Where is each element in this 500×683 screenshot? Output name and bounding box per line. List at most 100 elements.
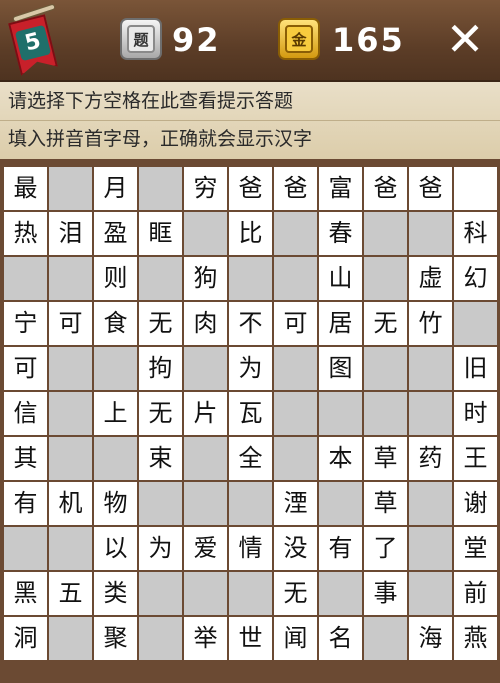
letter-cell[interactable]: 有 (319, 527, 362, 570)
letter-cell[interactable]: 居 (319, 302, 362, 345)
empty-cell[interactable] (49, 527, 92, 570)
letter-cell[interactable]: 上 (94, 392, 137, 435)
letter-cell[interactable]: 可 (49, 302, 92, 345)
letter-cell[interactable]: 名 (319, 617, 362, 660)
empty-cell[interactable] (184, 347, 227, 390)
letter-cell[interactable]: 富 (319, 167, 362, 210)
empty-cell[interactable] (184, 212, 227, 255)
empty-cell[interactable] (94, 347, 137, 390)
letter-cell[interactable]: 为 (139, 527, 182, 570)
empty-cell[interactable] (409, 392, 452, 435)
letter-cell[interactable]: 草 (364, 437, 407, 480)
empty-cell[interactable] (454, 302, 497, 345)
empty-cell[interactable] (274, 347, 317, 390)
empty-cell[interactable] (364, 392, 407, 435)
empty-cell[interactable] (364, 347, 407, 390)
letter-cell[interactable]: 狗 (184, 257, 227, 300)
letter-cell[interactable]: 机 (49, 482, 92, 525)
letter-cell[interactable]: 没 (274, 527, 317, 570)
empty-cell[interactable] (139, 572, 182, 615)
letter-cell[interactable]: 可 (274, 302, 317, 345)
letter-cell[interactable]: 爸 (409, 167, 452, 210)
gold-coin-icon[interactable]: 金 (278, 18, 320, 60)
letter-cell[interactable]: 燕 (454, 617, 497, 660)
close-icon[interactable]: ✕ (440, 14, 490, 64)
letter-cell[interactable]: 爸 (229, 167, 272, 210)
letter-cell[interactable]: 穷 (184, 167, 227, 210)
empty-cell[interactable] (49, 392, 92, 435)
letter-cell[interactable]: 则 (94, 257, 137, 300)
letter-cell[interactable]: 盈 (94, 212, 137, 255)
letter-cell[interactable]: 肉 (184, 302, 227, 345)
letter-cell[interactable]: 比 (229, 212, 272, 255)
letter-cell[interactable]: 无 (139, 302, 182, 345)
blank-cell[interactable] (454, 167, 497, 210)
letter-cell[interactable]: 物 (94, 482, 137, 525)
empty-cell[interactable] (274, 437, 317, 480)
letter-cell[interactable]: 前 (454, 572, 497, 615)
letter-cell[interactable]: 举 (184, 617, 227, 660)
letter-cell[interactable]: 时 (454, 392, 497, 435)
empty-cell[interactable] (274, 212, 317, 255)
letter-cell[interactable]: 片 (184, 392, 227, 435)
letter-cell[interactable]: 春 (319, 212, 362, 255)
letter-cell[interactable]: 海 (409, 617, 452, 660)
letter-cell[interactable]: 瓦 (229, 392, 272, 435)
letter-cell[interactable]: 束 (139, 437, 182, 480)
hint-coin-icon[interactable]: 题 (120, 18, 162, 60)
letter-cell[interactable]: 可 (4, 347, 47, 390)
empty-cell[interactable] (319, 392, 362, 435)
letter-cell[interactable]: 拘 (139, 347, 182, 390)
empty-cell[interactable] (4, 527, 47, 570)
letter-cell[interactable]: 科 (454, 212, 497, 255)
letter-cell[interactable]: 幻 (454, 257, 497, 300)
letter-cell[interactable]: 草 (364, 482, 407, 525)
letter-cell[interactable]: 王 (454, 437, 497, 480)
empty-cell[interactable] (49, 347, 92, 390)
letter-cell[interactable]: 竹 (409, 302, 452, 345)
empty-cell[interactable] (229, 482, 272, 525)
empty-cell[interactable] (49, 167, 92, 210)
empty-cell[interactable] (184, 572, 227, 615)
letter-cell[interactable]: 最 (4, 167, 47, 210)
empty-cell[interactable] (139, 617, 182, 660)
letter-cell[interactable]: 黑 (4, 572, 47, 615)
letter-cell[interactable]: 为 (229, 347, 272, 390)
letter-cell[interactable]: 无 (364, 302, 407, 345)
empty-cell[interactable] (184, 482, 227, 525)
empty-cell[interactable] (364, 617, 407, 660)
letter-cell[interactable]: 类 (94, 572, 137, 615)
empty-cell[interactable] (409, 572, 452, 615)
empty-cell[interactable] (184, 437, 227, 480)
letter-cell[interactable]: 聚 (94, 617, 137, 660)
letter-cell[interactable]: 五 (49, 572, 92, 615)
letter-cell[interactable]: 图 (319, 347, 362, 390)
empty-cell[interactable] (4, 257, 47, 300)
letter-cell[interactable]: 事 (364, 572, 407, 615)
letter-cell[interactable]: 山 (319, 257, 362, 300)
empty-cell[interactable] (139, 167, 182, 210)
letter-cell[interactable]: 热 (4, 212, 47, 255)
letter-cell[interactable]: 爱 (184, 527, 227, 570)
empty-cell[interactable] (94, 437, 137, 480)
letter-cell[interactable]: 爸 (274, 167, 317, 210)
empty-cell[interactable] (229, 257, 272, 300)
empty-cell[interactable] (319, 572, 362, 615)
letter-cell[interactable]: 谢 (454, 482, 497, 525)
empty-cell[interactable] (49, 617, 92, 660)
letter-cell[interactable]: 食 (94, 302, 137, 345)
letter-cell[interactable]: 无 (274, 572, 317, 615)
letter-cell[interactable]: 情 (229, 527, 272, 570)
letter-cell[interactable]: 月 (94, 167, 137, 210)
empty-cell[interactable] (49, 437, 92, 480)
empty-cell[interactable] (364, 212, 407, 255)
letter-cell[interactable]: 洞 (4, 617, 47, 660)
empty-cell[interactable] (274, 257, 317, 300)
letter-cell[interactable]: 眶 (139, 212, 182, 255)
letter-cell[interactable]: 世 (229, 617, 272, 660)
letter-cell[interactable]: 闻 (274, 617, 317, 660)
letter-cell[interactable]: 了 (364, 527, 407, 570)
empty-cell[interactable] (274, 392, 317, 435)
letter-cell[interactable]: 其 (4, 437, 47, 480)
empty-cell[interactable] (49, 257, 92, 300)
